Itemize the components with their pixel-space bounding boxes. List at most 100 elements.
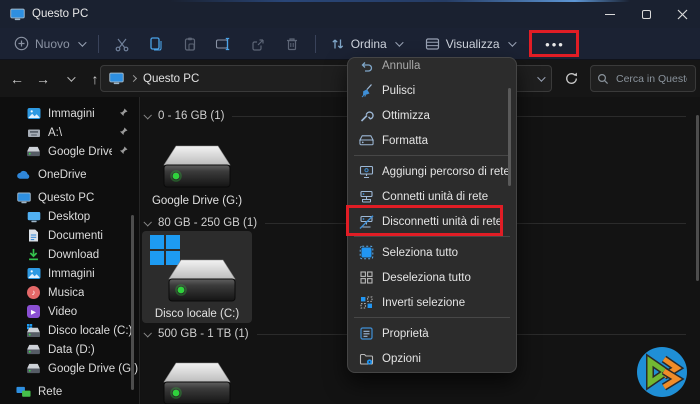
paste-button[interactable]: [175, 32, 205, 56]
toolbar-separator: [315, 35, 316, 53]
menu-item-pulisci[interactable]: Pulisci: [352, 78, 512, 103]
format-drive-icon: [358, 133, 374, 149]
drive-icon: [26, 144, 41, 159]
sidebar-item-google-drive-g[interactable]: Google Drive (G:): [0, 359, 139, 378]
menu-item-deseleziona-tutto[interactable]: Deseleziona tutto: [352, 265, 512, 290]
new-button-label: Nuovo: [35, 37, 70, 51]
new-button[interactable]: Nuovo: [6, 32, 92, 55]
maximize-icon: [642, 10, 651, 19]
refresh-button[interactable]: [558, 65, 585, 92]
sidebar-item-documenti[interactable]: Documenti: [0, 226, 139, 245]
drive-tile-cut-off[interactable]: [142, 348, 252, 404]
drive-tile-label: Disco locale (C:): [155, 308, 239, 320]
main-scrollbar[interactable]: [696, 115, 699, 281]
sidebar-item-desktop[interactable]: Desktop: [0, 207, 139, 226]
menu-item-opzioni[interactable]: Opzioni: [352, 346, 512, 371]
map-network-drive-icon: [358, 189, 374, 205]
invert-selection-icon: [358, 295, 374, 311]
desktop-icon: [26, 209, 41, 224]
share-button[interactable]: [243, 32, 273, 56]
menu-scrollbar[interactable]: [508, 88, 511, 186]
sidebar-item-disco-locale-c[interactable]: Disco locale (C:): [0, 321, 139, 340]
sidebar-item-immagini[interactable]: Immagini: [0, 264, 139, 283]
breadcrumb[interactable]: Questo PC: [143, 73, 199, 85]
file-explorer-window: Questo PC Nuovo: [0, 0, 700, 404]
wrench-icon: [358, 108, 374, 124]
view-icon: [425, 37, 440, 51]
music-icon: ♪: [26, 285, 41, 300]
share-icon: [250, 36, 266, 52]
menu-item-ottimizza[interactable]: Ottimizza: [352, 103, 512, 128]
sidebar-item-label: Immagini: [48, 108, 95, 120]
menu-item-aggiungi-percorso-di-rete[interactable]: Aggiungi percorso di rete: [352, 159, 512, 184]
close-button[interactable]: [664, 0, 700, 28]
menu-item-inverti-selezione[interactable]: Inverti selezione: [352, 290, 512, 315]
forward-arrow-icon: →: [36, 71, 50, 87]
drive-icon: [159, 358, 235, 404]
search-icon: [597, 73, 609, 85]
collapse-chevron-icon: [143, 218, 151, 226]
drive-tile-disco-locale-c[interactable]: Disco locale (C:): [142, 231, 252, 323]
sidebar-item-immagini-pinned[interactable]: Immagini: [0, 104, 139, 123]
sidebar-scrollbar[interactable]: [131, 215, 134, 390]
maximize-button[interactable]: [628, 0, 664, 28]
delete-button[interactable]: [277, 32, 307, 56]
cut-button[interactable]: [107, 32, 137, 56]
copy-icon: [148, 36, 164, 52]
annotation-box-more-button: [529, 30, 579, 57]
sidebar-item-label: Musica: [48, 287, 84, 299]
drive-icon: [164, 255, 240, 307]
copy-button[interactable]: [141, 32, 171, 56]
titlebar: Questo PC: [0, 0, 700, 28]
sidebar-item-floppy-a[interactable]: A:\: [0, 123, 139, 142]
menu-item-label: Seleziona tutto: [382, 247, 458, 259]
refresh-icon: [564, 71, 579, 86]
sort-arrows-icon: [330, 37, 345, 51]
broom-icon: [358, 83, 374, 99]
this-pc-icon: [10, 7, 25, 22]
rename-button[interactable]: [209, 32, 239, 56]
back-button[interactable]: ←: [4, 66, 30, 92]
window-tab[interactable]: Questo PC: [10, 0, 88, 28]
sidebar-item-onedrive[interactable]: OneDrive: [0, 165, 139, 184]
pin-icon: [119, 146, 128, 158]
sidebar-item-musica[interactable]: ♪ Musica: [0, 283, 139, 302]
sidebar-item-rete[interactable]: Rete: [0, 382, 139, 401]
sidebar-item-data-d[interactable]: Data (D:): [0, 340, 139, 359]
view-button[interactable]: Visualizza: [417, 33, 522, 55]
sidebar-item-video[interactable]: ▶ Video: [0, 302, 139, 321]
search-box[interactable]: [590, 65, 696, 92]
forward-button[interactable]: →: [30, 66, 56, 92]
drive-tile-google-drive[interactable]: Google Drive (G:): [142, 132, 252, 216]
sidebar-item-label: Documenti: [48, 230, 103, 242]
plus-circle-icon: [14, 36, 29, 51]
os-drive-icon: [26, 323, 41, 338]
chevron-down-icon: [395, 38, 403, 46]
menu-item-label: Pulisci: [382, 85, 415, 97]
this-pc-icon: [109, 71, 124, 86]
recent-locations-button[interactable]: [56, 66, 82, 92]
sidebar-item-label: Data (D:): [48, 344, 95, 356]
undo-icon: [358, 58, 374, 74]
menu-item-label: Formatta: [382, 135, 428, 147]
sidebar-item-download[interactable]: Download: [0, 245, 139, 264]
menu-item-formatta[interactable]: Formatta: [352, 128, 512, 153]
menu-item-annulla[interactable]: Annulla: [352, 57, 512, 78]
add-network-location-icon: [358, 164, 374, 180]
sidebar-item-label: Google Drive (G:): [48, 146, 112, 158]
sidebar-item-questo-pc[interactable]: Questo PC: [0, 188, 139, 207]
menu-item-seleziona-tutto[interactable]: Seleziona tutto: [352, 240, 512, 265]
drive-icon: [159, 141, 235, 193]
pictures-icon: [26, 106, 41, 121]
address-dropdown-icon[interactable]: [537, 73, 545, 81]
group-header-label: 0 - 16 GB (1): [158, 110, 224, 122]
sort-button[interactable]: Ordina: [322, 33, 409, 55]
menu-item-proprieta[interactable]: Proprietà: [352, 321, 512, 346]
search-input[interactable]: [614, 72, 689, 86]
scissors-icon: [114, 36, 130, 52]
menu-item-label: Aggiungi percorso di rete: [382, 166, 510, 178]
minimize-button[interactable]: [592, 0, 628, 28]
sidebar-item-label: Rete: [38, 386, 62, 398]
sidebar-item-google-drive-pinned[interactable]: Google Drive (G:): [0, 142, 139, 161]
menu-item-label: Inverti selezione: [382, 297, 465, 309]
